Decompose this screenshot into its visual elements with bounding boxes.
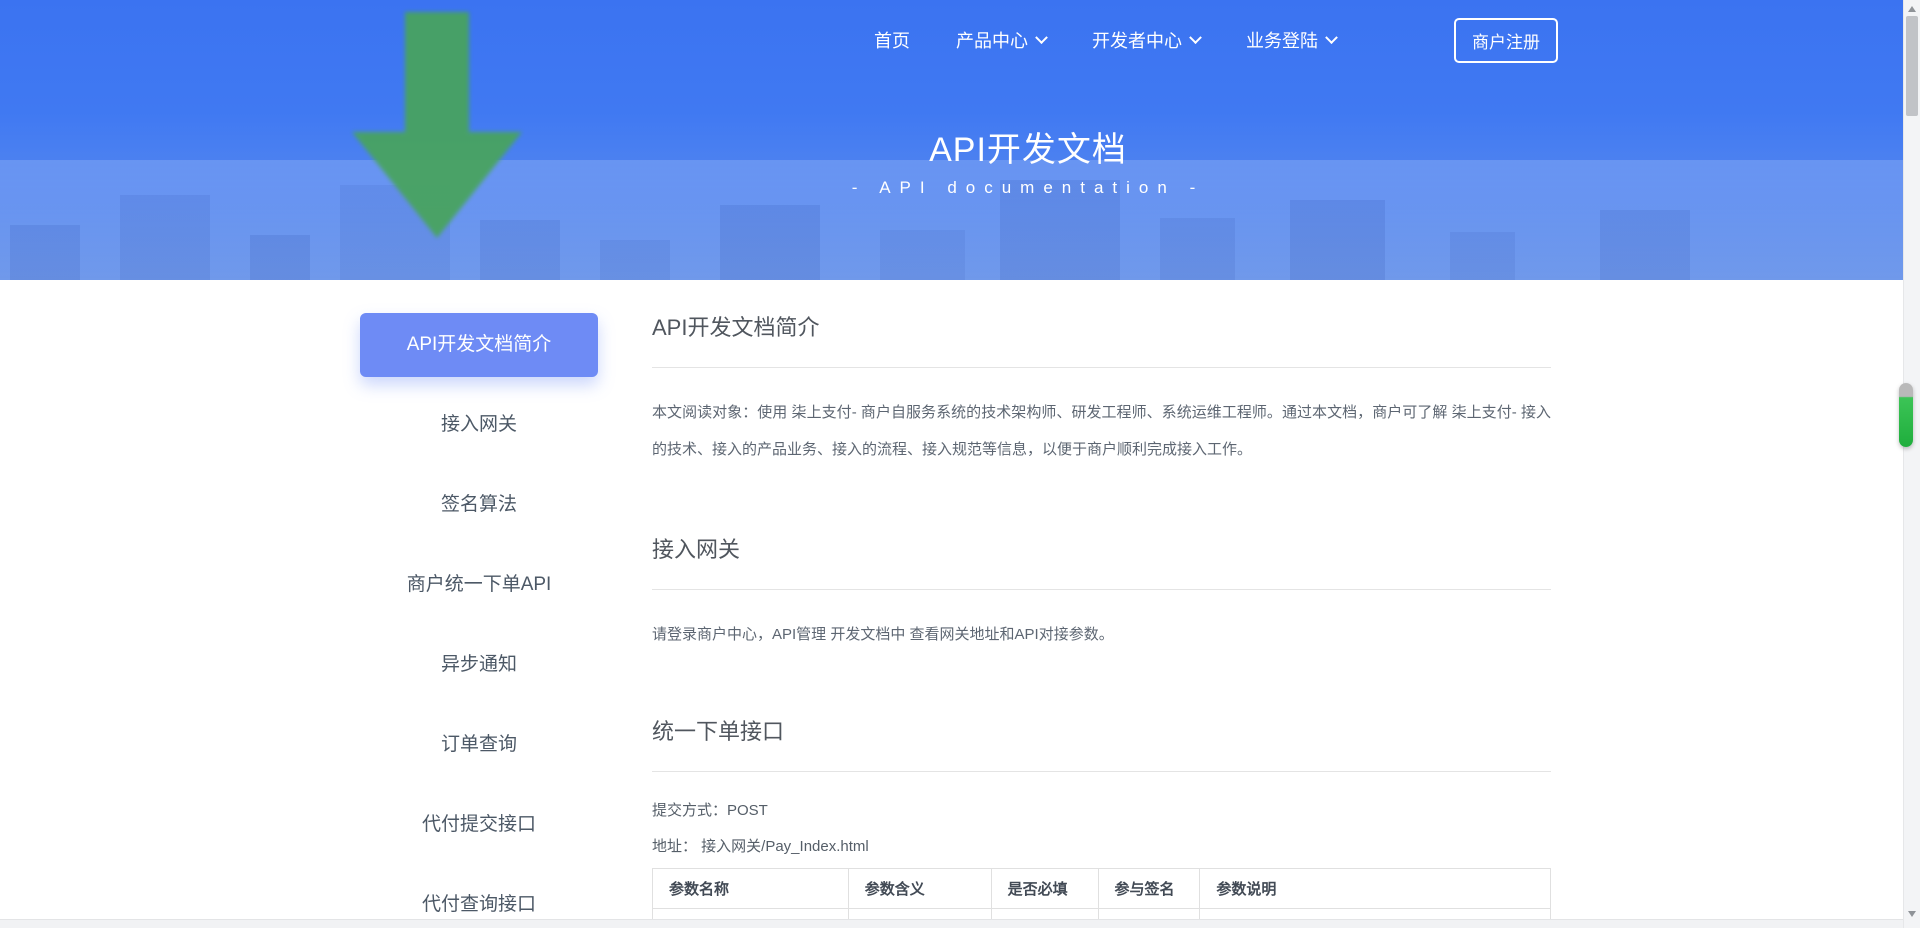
sidebar: API开发文档简介 接入网关 签名算法 商户统一下单API 异步通知 订单查询 … bbox=[360, 313, 598, 928]
chevron-down-icon bbox=[1035, 31, 1048, 44]
submit-method-line: 提交方式：POST bbox=[652, 796, 1551, 826]
nav-item-label: 产品中心 bbox=[956, 27, 1028, 53]
nav-item-products[interactable]: 产品中心 bbox=[956, 27, 1046, 53]
vertical-scrollbar-thumb[interactable] bbox=[1906, 16, 1918, 116]
sidebar-item-api-doc-intro[interactable]: API开发文档简介 bbox=[360, 313, 598, 377]
sidebar-item-payout-submit[interactable]: 代付提交接口 bbox=[360, 793, 598, 857]
page-title: API开发文档 bbox=[68, 130, 1920, 170]
section-paragraph: 请登录商户中心，API管理 开发文档中 查看网关地址和API对接参数。 bbox=[652, 616, 1551, 653]
sidebar-item-unified-order-api[interactable]: 商户统一下单API bbox=[360, 553, 598, 617]
col-required: 是否必填 bbox=[991, 869, 1098, 909]
green-scroll-marker[interactable] bbox=[1899, 383, 1913, 447]
scroll-up-arrow-icon[interactable] bbox=[1908, 6, 1916, 12]
merchant-register-button[interactable]: 商户注册 bbox=[1454, 18, 1558, 63]
col-param-desc: 参数说明 bbox=[1200, 869, 1551, 909]
vertical-scrollbar[interactable] bbox=[1903, 0, 1920, 928]
content-area: API开发文档简介 接入网关 签名算法 商户统一下单API 异步通知 订单查询 … bbox=[360, 280, 1560, 928]
nav-item-label: 开发者中心 bbox=[1092, 27, 1182, 53]
nav-item-label: 首页 bbox=[874, 27, 910, 53]
gateway-address-line: 地址： 接入网关/Pay_Index.html bbox=[652, 832, 1551, 862]
chevron-down-icon bbox=[1189, 31, 1202, 44]
sidebar-item-signature-algorithm[interactable]: 签名算法 bbox=[360, 473, 598, 537]
nav-item-business-login[interactable]: 业务登陆 bbox=[1246, 27, 1336, 53]
section-api-doc-intro: API开发文档简介 本文阅读对象：使用 柒上支付- 商户自服务系统的技术架构师、… bbox=[652, 313, 1551, 468]
hero-banner: 首页 产品中心 开发者中心 业务登陆 商户注册 API开发文档 - API bbox=[0, 0, 1920, 280]
page: 首页 产品中心 开发者中心 业务登陆 商户注册 API开发文档 - API bbox=[0, 0, 1920, 928]
page-subtitle: - API documentation - bbox=[68, 178, 1920, 198]
parameter-table: 参数名称 参数含义 是否必填 参与签名 参数说明 bbox=[652, 868, 1551, 925]
nav-menu: 首页 产品中心 开发者中心 业务登陆 bbox=[874, 27, 1336, 53]
chevron-down-icon bbox=[1325, 31, 1338, 44]
sidebar-item-async-notify[interactable]: 异步通知 bbox=[360, 633, 598, 697]
hero-text-block: API开发文档 - API documentation - bbox=[68, 130, 1920, 198]
section-divider bbox=[652, 771, 1551, 772]
section-heading: 接入网关 bbox=[652, 535, 1551, 565]
section-paragraph: 本文阅读对象：使用 柒上支付- 商户自服务系统的技术架构师、研发工程师、系统运维… bbox=[652, 394, 1551, 468]
nav-item-home[interactable]: 首页 bbox=[874, 27, 910, 53]
sidebar-item-order-query[interactable]: 订单查询 bbox=[360, 713, 598, 777]
col-param-meaning: 参数含义 bbox=[848, 869, 991, 909]
main-content: API开发文档简介 本文阅读对象：使用 柒上支付- 商户自服务系统的技术架构师、… bbox=[652, 313, 1551, 928]
section-heading: 统一下单接口 bbox=[652, 717, 1551, 747]
section-divider bbox=[652, 589, 1551, 590]
section-divider bbox=[652, 367, 1551, 368]
top-navigation: 首页 产品中心 开发者中心 业务登陆 商户注册 bbox=[360, 0, 1560, 80]
col-in-signature: 参与签名 bbox=[1098, 869, 1200, 909]
nav-item-developer-center[interactable]: 开发者中心 bbox=[1092, 27, 1200, 53]
col-param-name: 参数名称 bbox=[653, 869, 849, 909]
nav-item-label: 业务登陆 bbox=[1246, 27, 1318, 53]
scroll-down-arrow-icon[interactable] bbox=[1908, 911, 1916, 917]
section-gateway: 接入网关 请登录商户中心，API管理 开发文档中 查看网关地址和API对接参数。 bbox=[652, 535, 1551, 653]
horizontal-scrollbar[interactable] bbox=[0, 919, 1920, 928]
section-unified-order: 统一下单接口 提交方式：POST 地址： 接入网关/Pay_Index.html… bbox=[652, 717, 1551, 925]
sidebar-item-gateway[interactable]: 接入网关 bbox=[360, 393, 598, 457]
table-header-row: 参数名称 参数含义 是否必填 参与签名 参数说明 bbox=[653, 869, 1551, 909]
section-heading: API开发文档简介 bbox=[652, 313, 1551, 343]
